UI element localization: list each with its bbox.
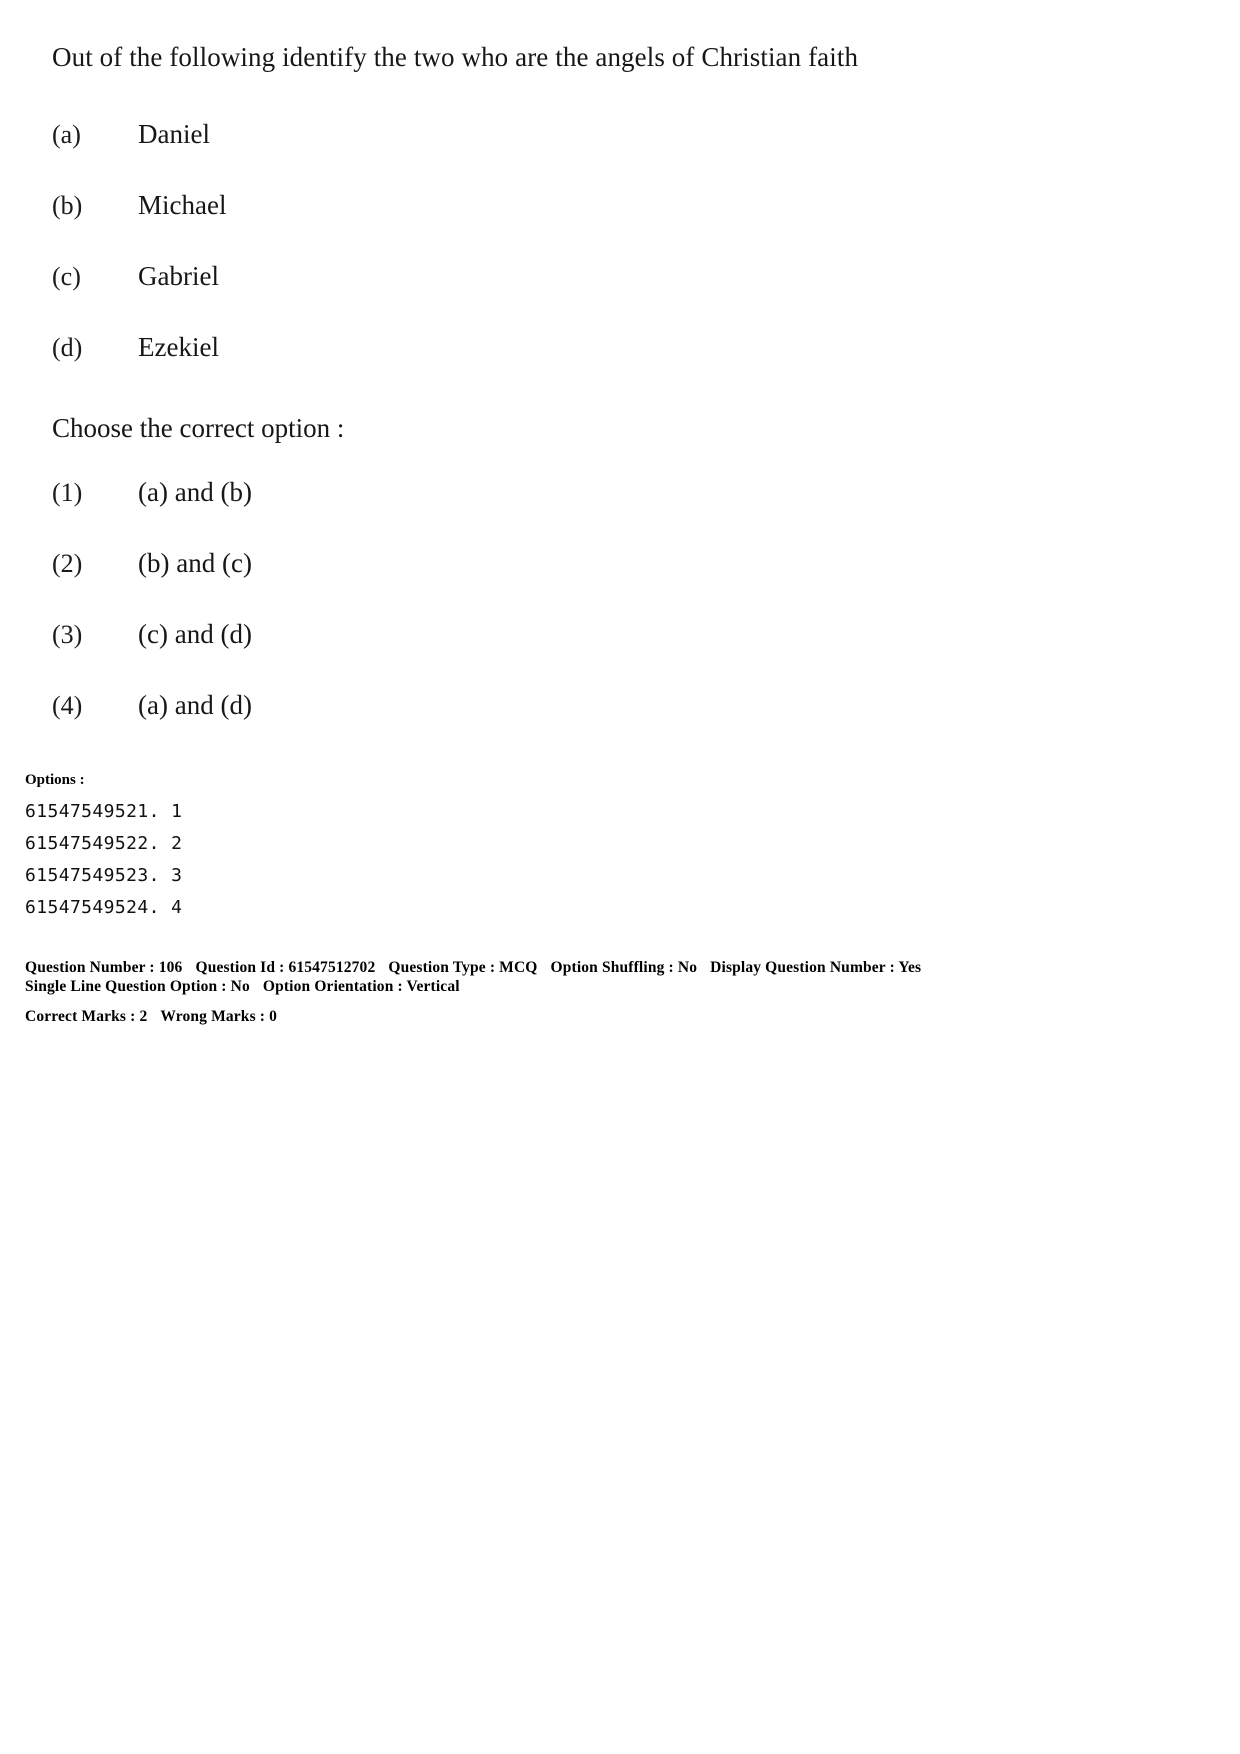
meta-display-question-number: Display Question Number : Yes [710, 959, 922, 976]
meta-option-shuffling: Option Shuffling : No [550, 959, 698, 976]
answer-choice-label: (b) and (c) [138, 548, 252, 578]
list-item: (d) Ezekiel [52, 331, 952, 402]
meta-option-orientation: Option Orientation : Vertical [262, 978, 460, 995]
sub-option-key: (b) [52, 191, 83, 220]
option-id-row: 61547549523. 3 [25, 865, 183, 886]
choose-correct-option-prompt: Choose the correct option : [52, 413, 345, 443]
answer-choice-label: (c) and (d) [138, 619, 252, 649]
meta-question-type: Question Type : MCQ [388, 959, 538, 976]
meta-question-id: Question Id : 61547512702 [195, 959, 376, 976]
meta-wrong-marks: Wrong Marks : 0 [160, 1008, 278, 1025]
sub-option-key: (c) [52, 262, 81, 291]
meta-single-line-question-option: Single Line Question Option : No [25, 978, 250, 995]
sub-option-key: (a) [52, 120, 81, 149]
sub-option-label: Daniel [138, 119, 210, 149]
sub-options-list: (a) Daniel (b) Michael (c) Gabriel (d) E… [52, 118, 952, 402]
option-id-row: 61547549521. 1 [25, 801, 183, 822]
list-item: (b) Michael [52, 189, 952, 260]
answer-choice-2[interactable]: (2) (b) and (c) [52, 547, 952, 618]
metadata-line-1: Question Number : 106 Question Id : 6154… [25, 958, 1125, 977]
answer-choice-4[interactable]: (4) (a) and (d) [52, 689, 952, 760]
answer-choice-number: (1) [52, 478, 83, 507]
answer-choice-3[interactable]: (3) (c) and (d) [52, 618, 952, 689]
answer-choices-list: (1) (a) and (b) (2) (b) and (c) (3) (c) … [52, 476, 952, 760]
answer-choice-number: (4) [52, 691, 83, 720]
options-heading: Options : [25, 772, 85, 788]
list-item: (a) Daniel [52, 118, 952, 189]
meta-correct-marks: Correct Marks : 2 [25, 1008, 148, 1025]
exam-question-page: Out of the following identify the two wh… [0, 0, 1240, 1754]
sub-option-key: (d) [52, 333, 83, 362]
answer-choice-1[interactable]: (1) (a) and (b) [52, 476, 952, 547]
question-stem: Out of the following identify the two wh… [52, 42, 859, 72]
answer-choice-number: (2) [52, 549, 83, 578]
option-id-row: 61547549522. 2 [25, 833, 183, 854]
question-metadata: Question Number : 106 Question Id : 6154… [25, 958, 1125, 1026]
option-id-row: 61547549524. 4 [25, 897, 183, 918]
sub-option-label: Michael [138, 190, 227, 220]
options-id-block: Options : 61547549521. 1 61547549522. 2 … [25, 770, 182, 924]
sub-option-label: Gabriel [138, 261, 219, 291]
list-item: (c) Gabriel [52, 260, 952, 331]
meta-question-number: Question Number : 106 [25, 959, 183, 976]
sub-option-label: Ezekiel [138, 332, 219, 362]
answer-choice-label: (a) and (b) [138, 477, 252, 507]
metadata-line-3: Correct Marks : 2 Wrong Marks : 0 [25, 1007, 1125, 1026]
answer-choice-number: (3) [52, 620, 83, 649]
answer-choice-label: (a) and (d) [138, 690, 252, 720]
metadata-line-2: Single Line Question Option : No Option … [25, 977, 1125, 996]
